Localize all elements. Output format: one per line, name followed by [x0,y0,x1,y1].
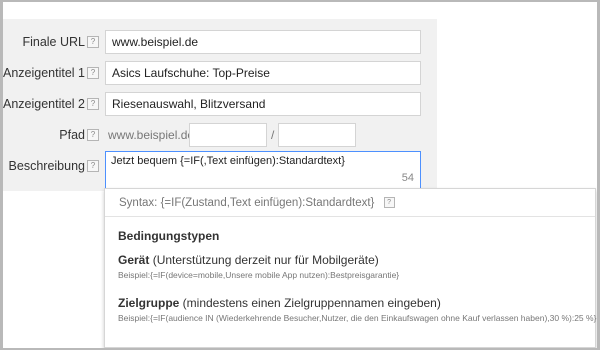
help-icon[interactable]: ? [87,67,99,79]
final-url-label: Finale URL [22,35,85,49]
condition-hint: (mindestens einen Zielgruppennamen einge… [179,296,441,310]
help-icon[interactable]: ? [87,98,99,110]
condition-types-title: Bedingungstypen [118,229,220,243]
condition-item-device[interactable]: Gerät (Unterstützung derzeit nur für Mob… [118,253,588,280]
help-icon[interactable]: ? [87,129,99,141]
path-label: Pfad [59,128,85,142]
condition-example: Beispiel:{=IF(audience IN (Wiederkehrend… [118,313,597,323]
condition-item-title: Zielgruppe (mindestens einen Zielgruppen… [118,296,588,310]
final-url-input[interactable]: www.beispiel.de [105,30,421,54]
condition-name: Zielgruppe [118,296,180,310]
help-icon[interactable]: ? [87,160,99,172]
headline2-row: Anzeigentitel 2 ? Riesenauswahl, Blitzve… [3,89,437,119]
path2-input[interactable] [278,123,356,147]
description-textarea[interactable]: Jetzt bequem {=IF(,Text einfügen):Standa… [105,151,421,189]
help-icon[interactable]: ? [87,36,99,48]
condition-item-audience[interactable]: Zielgruppe (mindestens einen Zielgruppen… [118,296,597,323]
ad-editor-frame: Finale URL ? www.beispiel.de Anzeigentit… [3,2,597,348]
path1-input[interactable] [189,123,267,147]
path-domain: www.beispiel.de / [108,128,201,142]
help-icon[interactable]: ? [383,197,395,209]
syntax-value: {=IF(Zustand,Text einfügen):Standardtext… [160,197,375,209]
final-url-row: Finale URL ? www.beispiel.de [3,27,437,57]
headline2-input[interactable]: Riesenauswahl, Blitzversand [105,92,421,116]
description-text: Jetzt bequem {=IF(,Text einfügen):Standa… [111,155,345,167]
headline1-input[interactable]: Asics Laufschuhe: Top-Preise [105,61,421,85]
syntax-label: Syntax: [119,197,158,209]
headline2-label: Anzeigentitel 2 [3,97,85,111]
headline1-row: Anzeigentitel 1 ? Asics Laufschuhe: Top-… [3,58,437,88]
condition-hint: (Unterstützung derzeit nur für Mobilgerä… [149,253,379,267]
condition-example: Beispiel:{=IF(device=mobile,Unsere mobil… [118,270,400,280]
description-label: Beschreibung [8,159,85,173]
condition-item-title: Gerät (Unterstützung derzeit nur für Mob… [118,253,588,267]
path-separator: / [271,128,275,142]
condition-name: Gerät [118,253,150,267]
syntax-row: Syntax: {=IF(Zustand,Text einfügen):Stan… [105,189,595,217]
path-row: Pfad ? www.beispiel.de / / [3,120,437,150]
char-counter: 54 [401,172,414,184]
headline1-label: Anzeigentitel 1 [3,66,85,80]
condition-dropdown: Syntax: {=IF(Zustand,Text einfügen):Stan… [104,188,596,348]
